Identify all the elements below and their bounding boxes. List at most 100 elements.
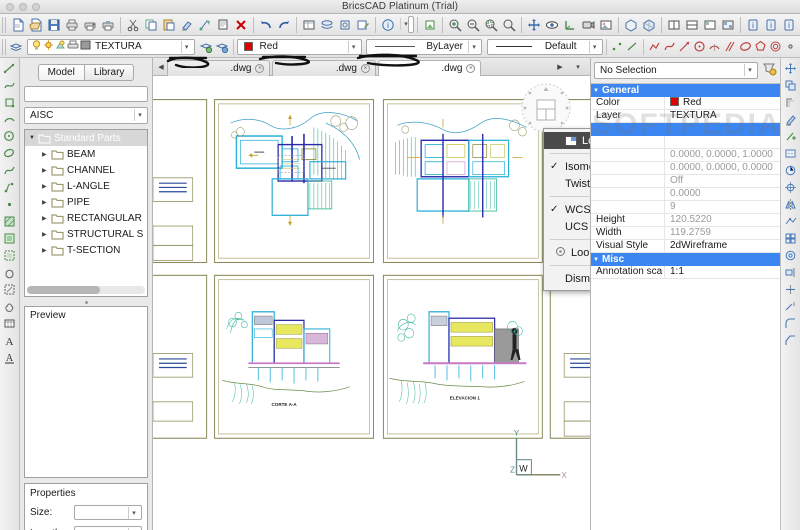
clear-selection-icon[interactable] <box>761 61 777 80</box>
offset-icon[interactable] <box>782 94 800 111</box>
hatch-tool-icon[interactable] <box>1 213 19 230</box>
tab-library[interactable]: Library <box>84 64 135 81</box>
tree-item[interactable]: ▶ L-ANGLE <box>25 178 147 194</box>
match-properties-icon[interactable] <box>178 15 196 34</box>
tree-item[interactable]: ▼ Standard Parts <box>25 130 147 146</box>
chevron-down-icon[interactable]: ▾ <box>744 64 755 76</box>
new-icon[interactable] <box>9 15 27 34</box>
tree-item[interactable]: ▶ T-SECTION <box>25 242 147 258</box>
edit-block-icon[interactable] <box>354 15 372 34</box>
text-tool-icon[interactable]: A <box>1 332 19 349</box>
add-select-icon[interactable] <box>782 128 800 145</box>
ellipse-tool-icon[interactable] <box>1 145 19 162</box>
point-icon[interactable] <box>609 37 624 56</box>
chevron-down-icon[interactable]: ▾ <box>588 40 600 53</box>
lookfrom-compass[interactable] <box>518 82 574 134</box>
copy-icon[interactable] <box>142 15 160 34</box>
redraw-icon[interactable] <box>421 15 439 34</box>
zoom-out-icon[interactable] <box>464 15 482 34</box>
property-row[interactable]: Height 120.5220 <box>591 214 780 227</box>
chevron-down-icon[interactable]: ▾ <box>128 507 139 519</box>
panel-splitter[interactable] <box>24 299 148 306</box>
support-icon[interactable]: i <box>780 15 798 34</box>
parallel-icon[interactable] <box>722 37 737 56</box>
ucs-icon[interactable] <box>561 15 579 34</box>
render-icon[interactable] <box>597 15 615 34</box>
spline-tool-icon[interactable] <box>1 162 19 179</box>
chevron-right-icon[interactable]: ▶ <box>42 247 51 254</box>
property-group-header[interactable]: ▼ General <box>591 84 780 97</box>
menu-item[interactable]: ✓ WCS <box>544 201 590 218</box>
extend-icon[interactable] <box>782 298 800 315</box>
property-value[interactable]: 1:1 <box>665 266 780 278</box>
freeze-icon[interactable] <box>55 39 66 54</box>
chevron-down-icon[interactable]: ▾ <box>347 40 359 53</box>
viewbase-icon[interactable] <box>719 15 737 34</box>
property-row[interactable]: Layer TEXTURA <box>591 110 780 123</box>
circle-tool-icon[interactable] <box>1 128 19 145</box>
ellipse-icon[interactable] <box>737 37 752 56</box>
parts-tree[interactable]: ▼ Standard Parts ▶ BEAM ▶ CHANNEL ▶ L-ANGLE ▶ PIP… <box>24 129 148 297</box>
stretch-icon[interactable] <box>782 213 800 230</box>
line-tool-icon[interactable] <box>1 60 19 77</box>
chevron-right-icon[interactable]: ▶ <box>42 183 51 190</box>
toolbar-grip[interactable] <box>2 16 7 33</box>
shade-icon[interactable] <box>622 15 640 34</box>
polyline-icon[interactable] <box>647 37 662 56</box>
chevron-down-icon[interactable]: ▼ <box>593 257 599 263</box>
mirror-icon[interactable] <box>782 196 800 213</box>
chevron-right-icon[interactable]: ▶ <box>42 231 51 238</box>
property-value[interactable]: 120.5220 <box>665 214 780 226</box>
tree-item[interactable]: ▶ STRUCTURAL S <box>25 226 147 242</box>
move-icon[interactable] <box>782 60 800 77</box>
property-row[interactable]: 0.0000, 0.0000, 1.0000 <box>591 149 780 162</box>
dot-icon[interactable] <box>783 37 798 56</box>
property-row[interactable]: 0.0000, 0.0000, 0.0000 <box>591 162 780 175</box>
tabs-menu-icon[interactable]: ▾ <box>572 63 584 71</box>
mtext-tool-icon[interactable]: A <box>1 349 19 366</box>
circle-icon[interactable] <box>692 37 707 56</box>
array-icon[interactable] <box>782 145 800 162</box>
tile-v-icon[interactable] <box>683 15 701 34</box>
polygon-tool-icon[interactable] <box>1 94 19 111</box>
bulb-on-icon[interactable] <box>31 39 42 54</box>
menu-item[interactable]: ✓ Isometric Mode <box>544 158 590 175</box>
property-row[interactable]: Color Red <box>591 97 780 110</box>
plot-icon[interactable] <box>81 15 99 34</box>
workspace-dropdown[interactable]: 3D Modeling ▾ <box>400 16 415 33</box>
chevron-down-icon[interactable]: ▼ <box>593 88 599 94</box>
lineweight-dropdown[interactable]: Default ▾ <box>486 38 603 55</box>
block-edit-icon[interactable] <box>782 247 800 264</box>
delete-icon[interactable] <box>232 15 250 34</box>
chevron-down-icon[interactable]: ▾ <box>468 40 479 53</box>
tree-item[interactable]: ▶ PIPE <box>25 194 147 210</box>
properties-icon[interactable] <box>300 15 318 34</box>
tabs-scroll-right-icon[interactable]: ▶ <box>554 63 566 71</box>
plot-layer-icon[interactable] <box>67 39 79 54</box>
length-dropdown[interactable]: ▾ <box>74 526 142 530</box>
paste-icon[interactable] <box>160 15 178 34</box>
table-tool-icon[interactable] <box>1 315 19 332</box>
explode-icon[interactable] <box>196 15 214 34</box>
block-icon[interactable] <box>336 15 354 34</box>
region-tool-icon[interactable] <box>1 264 19 281</box>
property-row[interactable]: Visual Style 2dWireframe <box>591 240 780 253</box>
menu-item[interactable]: Twist Mode <box>544 175 590 192</box>
size-dropdown[interactable]: ▾ <box>74 505 142 520</box>
property-row[interactable] <box>591 136 780 149</box>
zoom-window-icon[interactable] <box>482 15 500 34</box>
property-value[interactable]: 0.0000, 0.0000, 0.0000 <box>665 162 780 174</box>
property-value[interactable] <box>665 136 780 148</box>
menu-item[interactable]: Location▶ <box>544 132 590 149</box>
chevron-down-icon[interactable]: ▼ <box>29 135 38 141</box>
chevron-down-icon[interactable]: ▾ <box>180 40 192 53</box>
gradient-tool-icon[interactable] <box>1 230 19 247</box>
cut-icon[interactable] <box>124 15 142 34</box>
tree-item[interactable]: ▶ BEAM <box>25 146 147 162</box>
pan-icon[interactable] <box>525 15 543 34</box>
properties-list[interactable]: ▼GeneralColorRedLayerTEXTURA▼3D Visualiz… <box>591 83 780 530</box>
scale-icon[interactable] <box>782 179 800 196</box>
lookfrom-context-menu[interactable]: Location▶ ✓ Isometric Mode Twist Mode ✓ WCS UC… <box>543 128 590 291</box>
layer-icon[interactable] <box>318 15 336 34</box>
property-value[interactable]: 2dWireframe <box>665 240 780 252</box>
